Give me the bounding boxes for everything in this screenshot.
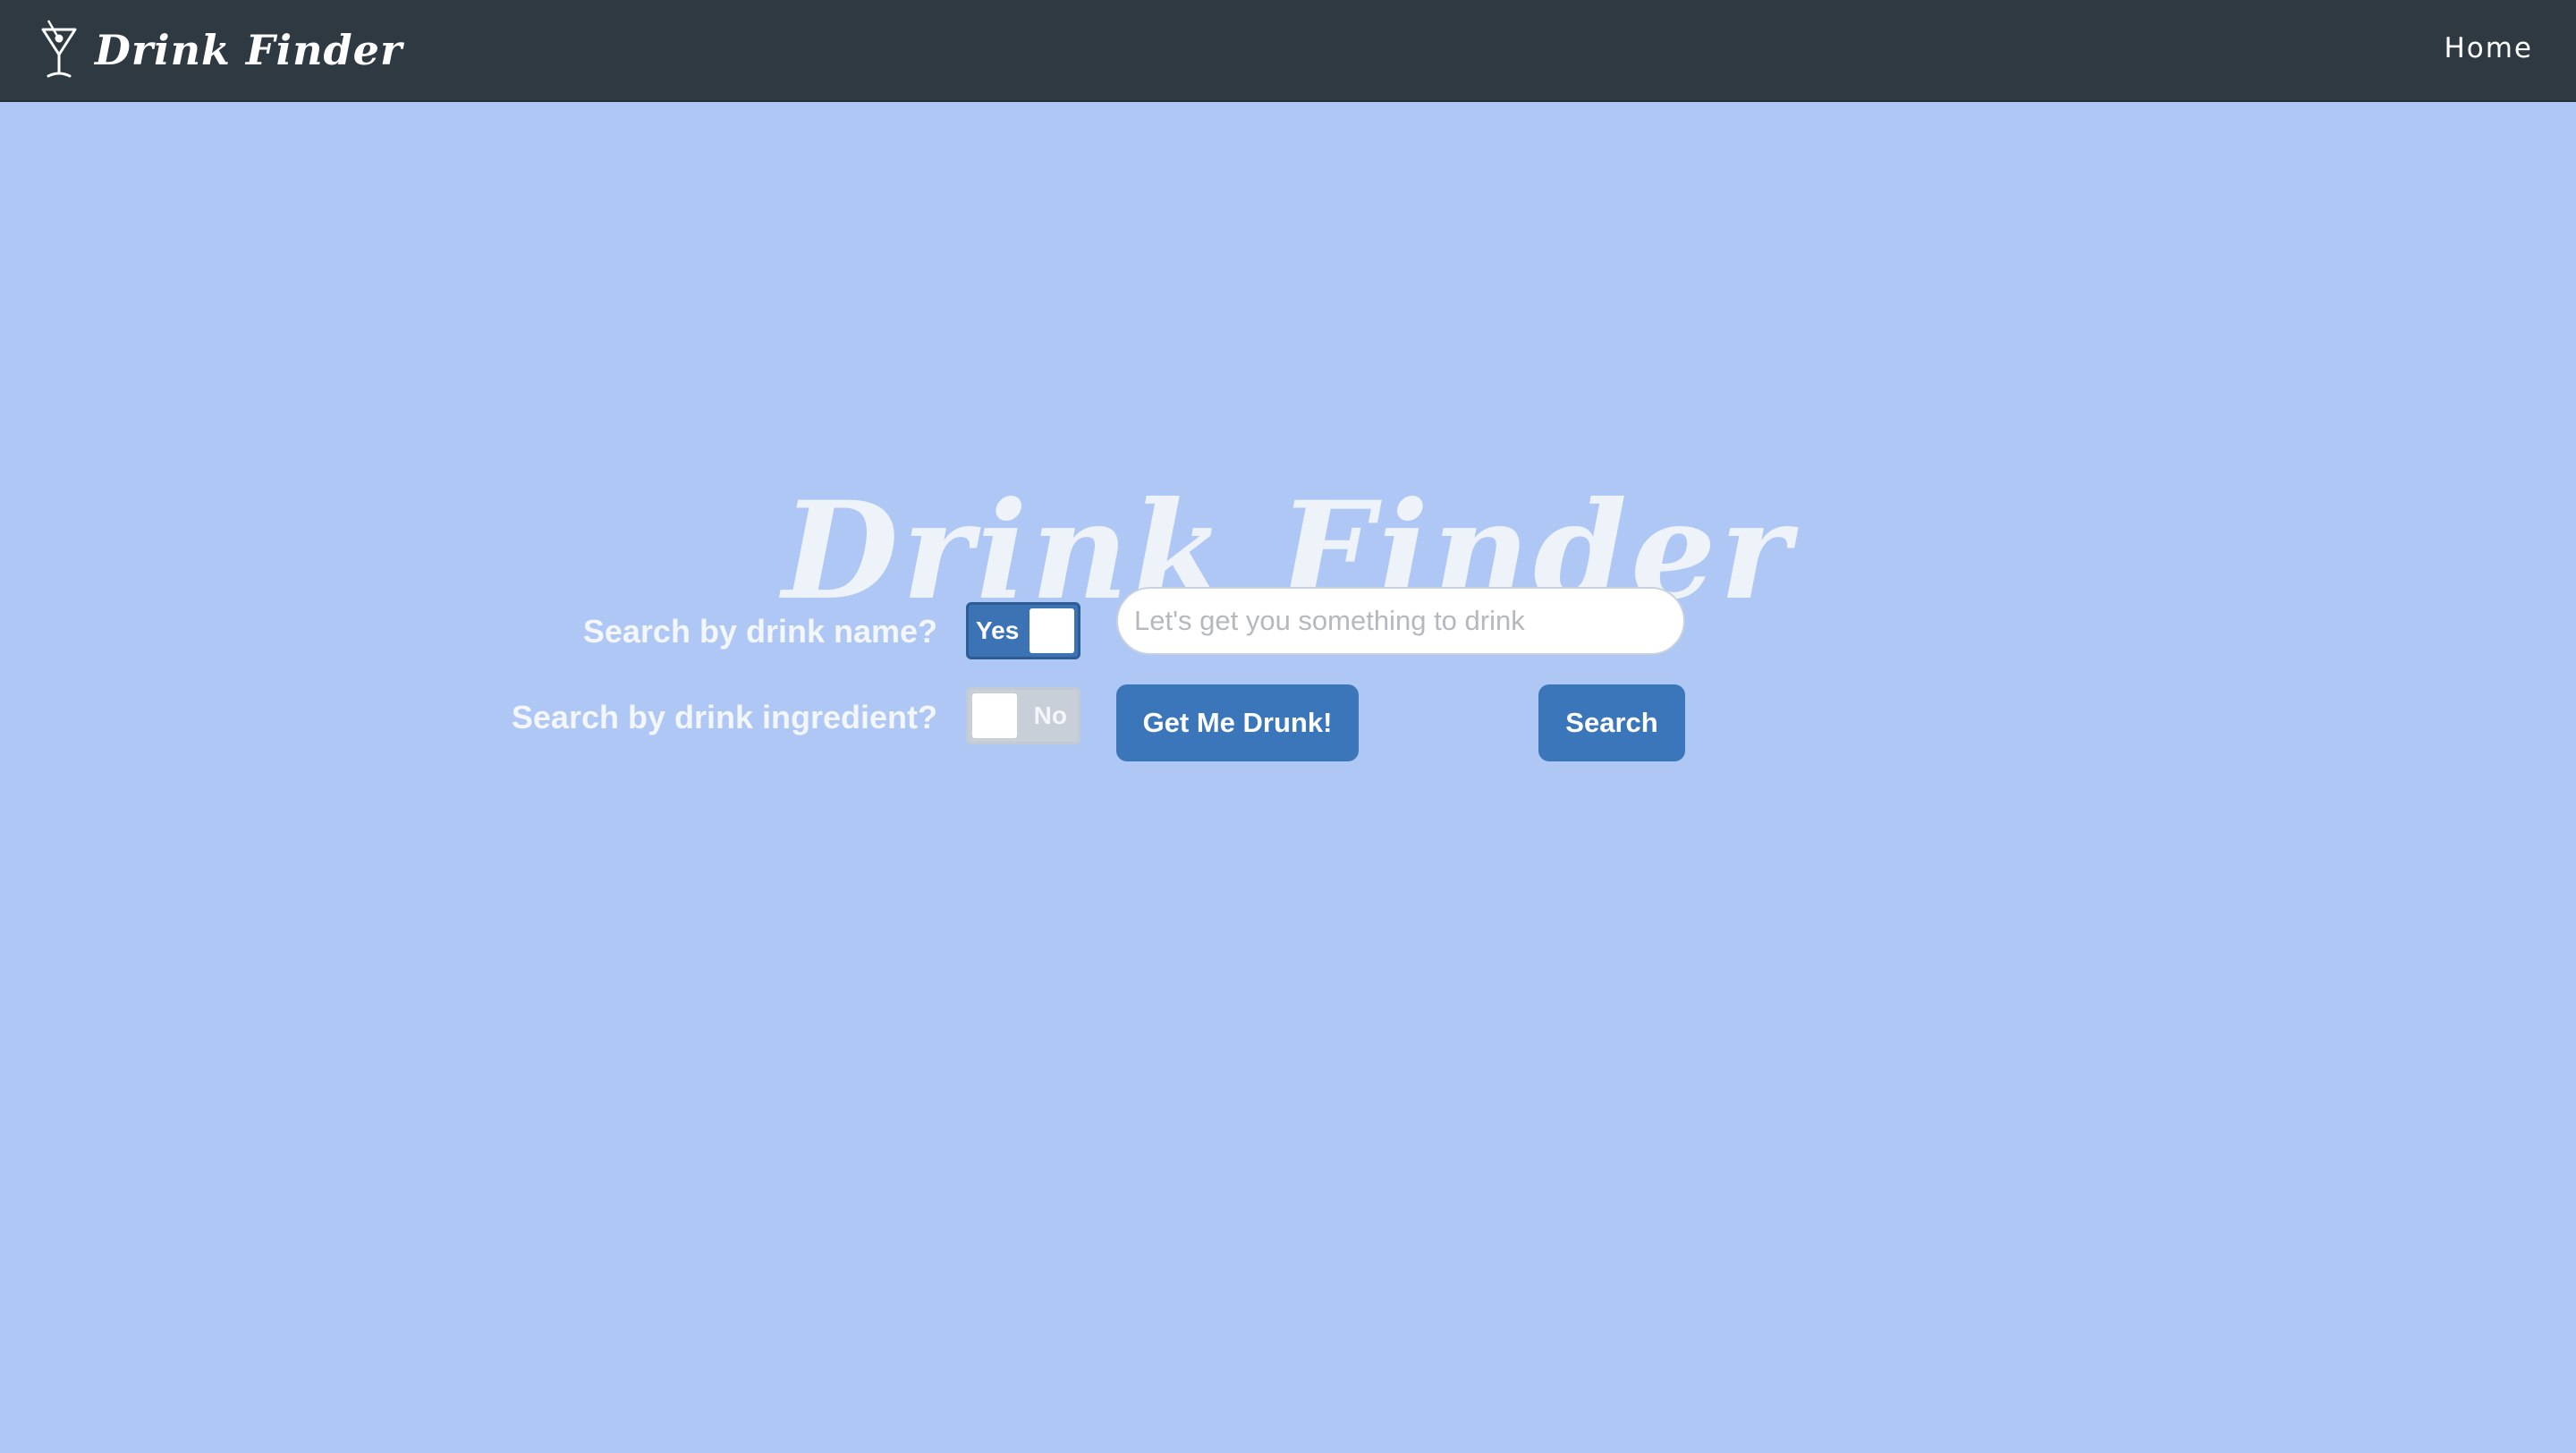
navbar: Drink Finder Home — [0, 0, 2576, 102]
toggle-state-text: Yes — [976, 616, 1020, 644]
toggle-state-text: No — [1033, 701, 1067, 729]
search-by-ingredient-toggle[interactable]: No — [966, 687, 1080, 744]
nav-home-link[interactable]: Home — [2444, 32, 2533, 64]
martini-glass-icon — [41, 20, 77, 78]
search-by-name-toggle[interactable]: Yes — [966, 602, 1080, 659]
toggle-knob — [1030, 608, 1074, 653]
search-by-ingredient-label: Search by drink ingredient? — [511, 699, 937, 735]
brand[interactable]: Drink Finder — [39, 16, 402, 84]
get-me-drunk-button[interactable]: Get Me Drunk! — [1116, 684, 1359, 761]
brand-title[interactable]: Drink Finder — [95, 30, 402, 71]
drink-search-input[interactable] — [1116, 587, 1685, 655]
toggle-knob — [972, 693, 1017, 738]
search-button[interactable]: Search — [1538, 684, 1685, 761]
search-by-name-label: Search by drink name? — [582, 613, 937, 650]
